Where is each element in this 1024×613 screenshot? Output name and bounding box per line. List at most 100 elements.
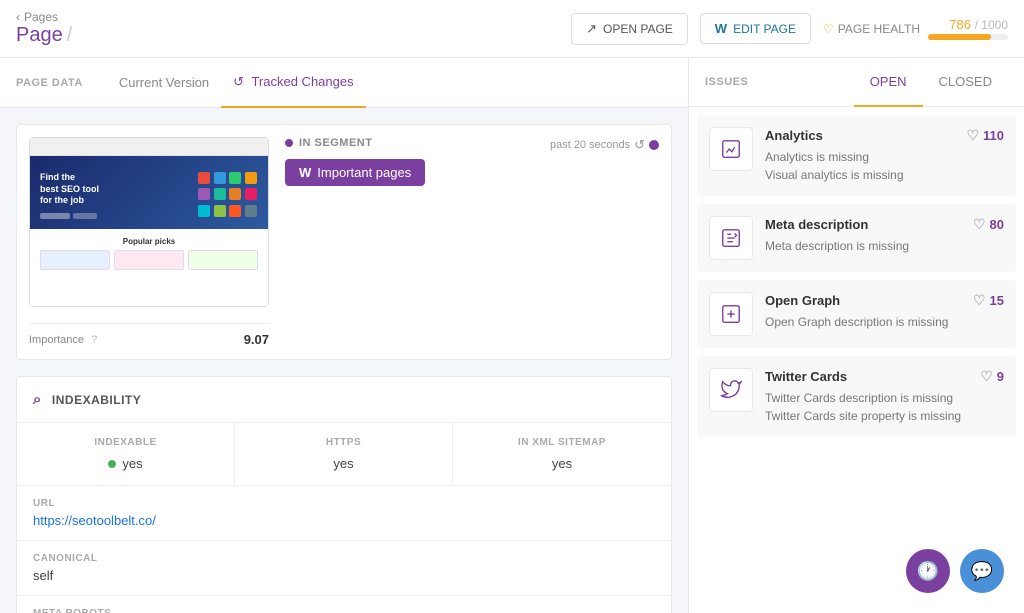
open-graph-icon [720,303,742,325]
tab-tracked-changes[interactable]: ↺ Tracked Changes [221,58,365,108]
canonical-field: CANONICAL self [17,541,671,596]
analytics-icon [720,138,742,160]
page-health: ♡ PAGE HEALTH 786 / 1000 [823,17,1008,40]
segment-tag-text: Important pages [317,165,411,180]
tab-current-label: Current Version [119,75,209,90]
health-bar [928,34,1008,40]
meta-desc-desc-1: Meta description is missing [765,237,1004,255]
meta-robots-label: META ROBOTS [33,608,655,613]
issues-list: Analytics ♡ 110 Analytics is missing Vis… [689,107,1024,613]
indexability-section: ⌕ INDEXABILITY INDEXABLE yes HTTPS [16,376,672,613]
refresh-info: past 20 seconds ↺ [550,137,659,153]
open-page-button[interactable]: ↗ OPEN PAGE [571,13,688,45]
open-page-label: OPEN PAGE [603,22,673,36]
twitter-title: Twitter Cards [765,369,847,384]
twitter-score: ♡ 9 [980,368,1004,385]
https-val-text: yes [333,456,353,471]
twitter-score-value: 9 [997,369,1004,384]
edit-page-button[interactable]: W EDIT PAGE [700,13,811,44]
url-link[interactable]: https://seotoolbelt.co/ [33,513,655,528]
twitter-heart-icon: ♡ [980,368,993,385]
https-value: yes [251,456,436,471]
canonical-label: CANONICAL [33,553,655,564]
thumbnail-mockup: Find the best SEO tool for the job [29,137,269,307]
refresh-dot [649,140,659,150]
mockup-hero-text: Find the best SEO tool for the job [40,172,190,219]
url-label: URL [33,498,655,509]
content-area: past 20 seconds ↺ Find the [0,108,688,613]
top-bar: ‹ Pages Page / ↗ OPEN PAGE W EDIT PAGE ♡… [0,0,1024,58]
refresh-icon: ↺ [634,137,645,153]
twitter-title-row: Twitter Cards ♡ 9 [765,368,1004,385]
meta-desc-score-value: 80 [990,217,1004,232]
tab-closed[interactable]: CLOSED [923,58,1008,107]
url-field: URL https://seotoolbelt.co/ [17,486,671,541]
tab-current-version[interactable]: Current Version [107,59,221,108]
page-title-slash: / [67,24,73,47]
health-score-value: 786 [949,17,971,32]
https-cell: HTTPS yes [235,423,453,485]
tab-tracked-label: Tracked Changes [251,74,353,89]
segment-tag[interactable]: W Important pages [285,159,425,186]
open-page-icon: ↗ [586,21,597,37]
mockup-icons-grid [198,172,258,219]
wp-icon: W [715,21,727,36]
issues-panel-label: ISSUES [705,60,748,104]
twitter-icon [720,379,742,401]
mockup-items [40,250,258,270]
analytics-desc: Analytics is missing Visual analytics is… [765,148,1004,184]
open-graph-score: ♡ 15 [973,292,1004,309]
tab-closed-label: CLOSED [939,74,992,89]
history-button[interactable]: 🕐 [906,549,950,593]
meta-desc-title: Meta description [765,217,868,232]
mockup-headline: Find the best SEO tool for the job [40,172,190,207]
preview-right: IN SEGMENT W Important pages [285,137,659,347]
mockup-nav [30,138,268,156]
floating-buttons: 🕐 💬 [906,549,1004,593]
indexable-value: yes [33,456,218,471]
issue-card-analytics[interactable]: Analytics ♡ 110 Analytics is missing Vis… [697,115,1016,196]
page-health-label: ♡ PAGE HEALTH [823,22,920,36]
indexability-label: INDEXABILITY [52,393,141,407]
meta-desc-title-row: Meta description ♡ 80 [765,216,1004,233]
xml-sitemap-cell: IN XML SITEMAP yes [453,423,671,485]
tab-tracked-icon: ↺ [233,74,244,89]
back-link[interactable]: ‹ Pages [16,10,72,24]
twitter-desc-2: Twitter Cards site property is missing [765,407,1004,425]
main-area: PAGE DATA Current Version ↺ Tracked Chan… [0,58,1024,613]
analytics-heart-icon: ♡ [966,127,979,144]
xml-value: yes [469,456,655,471]
search-icon: ⌕ [33,391,42,408]
tab-open[interactable]: OPEN [854,58,923,107]
tab-open-label: OPEN [870,74,907,89]
right-panel: ISSUES OPEN CLOSED [689,58,1024,613]
page-data-label: PAGE DATA [16,61,83,105]
open-graph-icon-box [709,292,753,336]
back-label[interactable]: Pages [24,10,58,24]
analytics-title-row: Analytics ♡ 110 [765,127,1004,144]
page-title: Page / [16,24,72,47]
mockup-section-title: Popular picks [40,237,258,246]
issue-card-meta-description[interactable]: Meta description ♡ 80 Meta description i… [697,204,1016,272]
issue-card-twitter-cards[interactable]: Twitter Cards ♡ 9 Twitter Cards descript… [697,356,1016,437]
top-bar-actions: ↗ OPEN PAGE W EDIT PAGE ♡ PAGE HEALTH 78… [571,13,1008,45]
importance-row: Importance ? 9.07 [29,323,269,347]
green-dot-indexable [108,460,116,468]
left-panel: PAGE DATA Current Version ↺ Tracked Chan… [0,58,689,613]
open-graph-heart-icon: ♡ [973,292,986,309]
issue-card-open-graph[interactable]: Open Graph ♡ 15 Open Graph description i… [697,280,1016,348]
twitter-desc: Twitter Cards description is missing Twi… [765,389,1004,425]
analytics-desc-2: Visual analytics is missing [765,166,1004,184]
tabs-row: PAGE DATA Current Version ↺ Tracked Chan… [0,58,688,108]
chat-icon: 💬 [971,561,993,582]
open-graph-score-value: 15 [990,293,1004,308]
heart-icon: ♡ [823,22,834,36]
chat-button[interactable]: 💬 [960,549,1004,593]
issues-header: ISSUES OPEN CLOSED [689,58,1024,107]
indexable-cell: INDEXABLE yes [17,423,235,485]
meta-desc-icon [720,227,742,249]
meta-desc-icon-box [709,216,753,260]
meta-desc-score: ♡ 80 [973,216,1004,233]
analytics-title: Analytics [765,128,823,143]
segment-dot [285,139,293,147]
